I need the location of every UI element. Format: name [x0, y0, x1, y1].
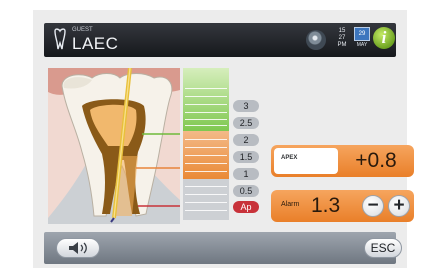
user-caption: GUEST — [72, 27, 93, 33]
motor-icon[interactable] — [306, 30, 326, 50]
apex-label: APEX — [281, 155, 298, 161]
scale-stripe — [185, 125, 227, 126]
alarm-decrease-button[interactable]: − — [362, 195, 384, 217]
alarm-increase-button[interactable]: + — [388, 195, 410, 217]
apex-value: +0.8 — [355, 149, 397, 172]
apex-readout: APEX +0.8 — [271, 145, 414, 177]
scale-tick-0-5: 0.5 — [233, 185, 259, 197]
scale-tick-1: 1 — [233, 168, 259, 180]
scale-stripe — [185, 104, 227, 105]
scale-tick-2: 2 — [233, 134, 259, 146]
apex-scale — [183, 68, 229, 220]
scale-tick-2-5: 2.5 — [233, 117, 259, 129]
clock: 15 27 PM — [333, 28, 351, 49]
esc-button[interactable]: ESC — [364, 238, 402, 258]
speaker-icon — [69, 242, 87, 254]
scale-stripe — [185, 186, 227, 187]
scale-stripe — [185, 194, 227, 195]
clock-hour: 15 — [338, 28, 346, 34]
scale-stripe — [185, 171, 227, 172]
alarm-label: Alarm — [281, 201, 300, 208]
sound-button[interactable] — [56, 238, 100, 258]
scale-tick-3: 3 — [233, 100, 259, 112]
calendar-month: MAY — [356, 42, 368, 48]
scale-stripe — [185, 210, 227, 211]
scale-zone-green — [183, 68, 229, 131]
scale-stripe — [185, 139, 227, 140]
scale-stripe — [185, 163, 227, 164]
alarm-control: Alarm 1.3 − + — [271, 190, 414, 222]
scale-tick-1-5: 1.5 — [233, 151, 259, 163]
tooth-illustration — [48, 68, 180, 224]
scale-stripe — [185, 96, 227, 97]
calendar-icon[interactable]: 29 MAY — [354, 27, 370, 52]
alarm-value: 1.3 — [311, 194, 341, 217]
scale-stripe — [185, 202, 227, 203]
scale-stripe — [185, 119, 227, 120]
top-bar: GUEST LAEC 15 27 PM 29 MAY i — [44, 23, 396, 57]
info-icon[interactable]: i — [373, 27, 395, 49]
scale-stripe — [185, 112, 227, 113]
scale-stripe — [185, 88, 227, 89]
scale-tick-apex: Ap — [233, 201, 259, 213]
tooth-logo-icon — [54, 28, 66, 50]
calendar-day: 29 — [354, 27, 370, 41]
user-name[interactable]: LAEC — [72, 34, 118, 54]
scale-stripe — [185, 147, 227, 148]
apex-label-box — [274, 148, 338, 174]
clock-minute: 27 — [338, 35, 346, 41]
scale-stripe — [185, 155, 227, 156]
clock-ampm: PM — [337, 42, 347, 48]
bottom-bar: ESC — [44, 232, 402, 264]
